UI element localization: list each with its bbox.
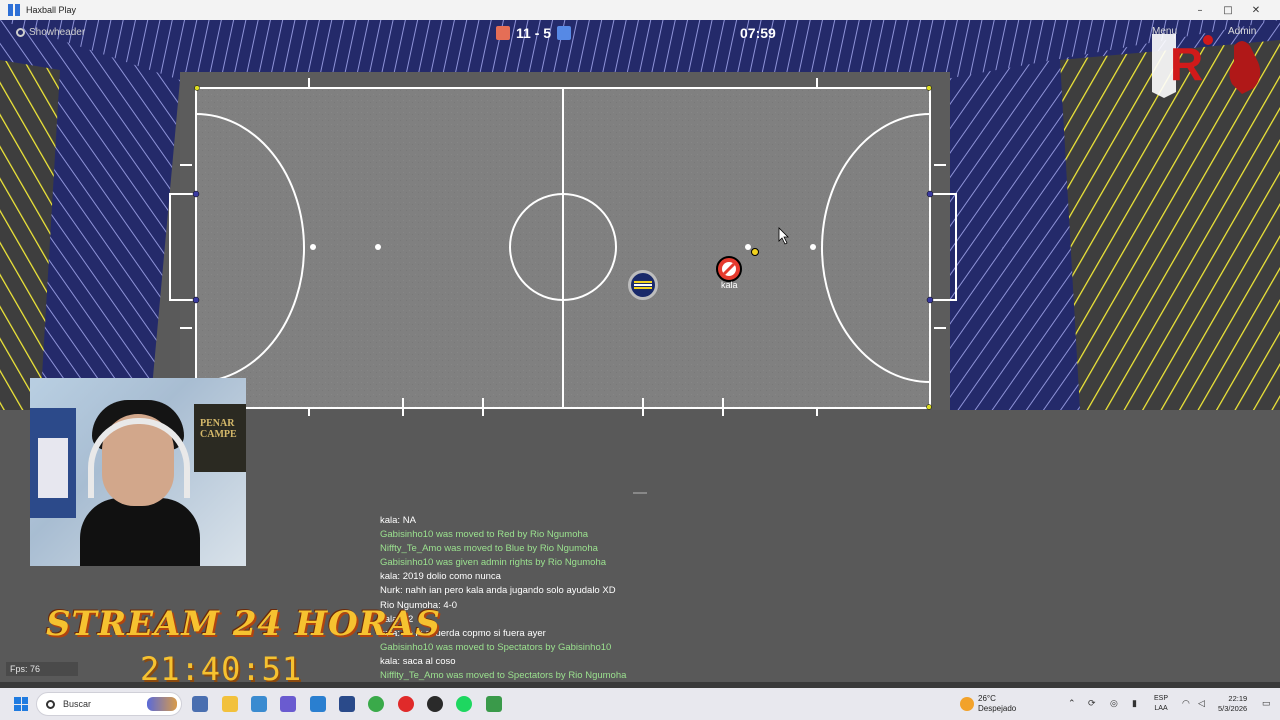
chat-message: kala: 2019 dolio como nunca: [380, 571, 501, 583]
chat-message: Gabisinho10 was moved to Spectators by G…: [380, 641, 612, 653]
chat-message: Gabisinho10 was given admin rights by Ri…: [380, 557, 607, 569]
chat-message: kala: saca al coso: [380, 655, 456, 667]
webcam-poster: PENAR CAMPE: [194, 404, 246, 472]
red-team-icon: [496, 26, 510, 40]
sun-icon: [960, 697, 974, 711]
weather-desc: Despejado: [978, 704, 1017, 713]
network-icon[interactable]: ◎: [1110, 698, 1118, 709]
clock-date: 5/3/2026: [1218, 704, 1248, 713]
volume-icon[interactable]: ◁: [1198, 698, 1205, 709]
chat-resize-handle[interactable]: [633, 492, 647, 494]
window-title: Haxball Play: [26, 5, 77, 15]
opera-icon[interactable]: [398, 696, 414, 712]
spotify-icon[interactable]: [456, 696, 472, 712]
store-icon[interactable]: [192, 696, 208, 712]
chat-message: Niffty_Te_Amo was moved to Blue by Rio N…: [380, 543, 598, 555]
webcam-overlay: PENAR CAMPE: [30, 378, 246, 566]
teams-icon[interactable]: [280, 696, 296, 712]
chat-message: Nifflty_Te_Amo was moved to Spectators b…: [380, 670, 627, 682]
weather-widget[interactable]: 26°C Despejado: [960, 694, 1016, 714]
haxball-icon[interactable]: [486, 696, 502, 712]
windows-start-icon[interactable]: [14, 697, 28, 711]
maximize-button[interactable]: □: [1214, 0, 1242, 20]
capture-icon[interactable]: [339, 696, 355, 712]
chat-message: Gabisinho10 was moved to Red by Rio Ngum…: [380, 529, 589, 541]
stripes-icon: [634, 281, 652, 289]
search-icon: [46, 699, 55, 709]
chat-log: kala: NA Gabisinho10 was moved to Red by …: [380, 514, 880, 682]
webcam-shirt: [30, 408, 76, 518]
chat-message: Nurk: nahh ian pero kala anda jugando so…: [380, 585, 616, 597]
taskbar-search[interactable]: Buscar: [36, 692, 182, 716]
sync-icon[interactable]: ⟳: [1088, 698, 1096, 709]
stream-title: STREAM 24 HORAS: [46, 604, 441, 644]
haxball-app-icon: [8, 4, 20, 16]
ball: [751, 248, 759, 256]
showheader-label: Showheader: [29, 27, 86, 38]
blue-team-icon: [557, 26, 572, 40]
obs-icon[interactable]: [427, 696, 443, 712]
search-highlight-icon: [147, 697, 177, 711]
chat-message: kala: 72: [380, 613, 414, 625]
clock-time: 22:19: [1228, 694, 1248, 703]
match-timer: 07:59: [740, 25, 776, 41]
notepad-icon[interactable]: [310, 696, 326, 712]
microphone-icon[interactable]: ▮: [1132, 698, 1137, 709]
system-clock[interactable]: 22:19 5/3/2026: [1218, 694, 1247, 714]
player-blue-self: [628, 270, 658, 300]
folder-icon[interactable]: [222, 696, 238, 712]
chrome-icon[interactable]: [368, 696, 384, 712]
fps-counter: Fps: 76: [6, 662, 78, 676]
showheader-toggle[interactable]: Showheader: [16, 27, 85, 38]
player-name-label: kala: [721, 280, 738, 290]
player-red-kala: [716, 256, 742, 282]
svg-text:R: R: [1170, 38, 1203, 90]
keyboard-layout: LAA: [1154, 705, 1168, 712]
close-button[interactable]: ✕: [1242, 0, 1270, 20]
weather-temp: 26°C: [978, 694, 996, 703]
gear-icon: [16, 28, 25, 37]
window-titlebar: Haxball Play – □ ✕: [0, 0, 1280, 20]
wifi-icon[interactable]: ◠: [1182, 698, 1190, 709]
chevron-up-icon[interactable]: ⌃: [1068, 698, 1076, 709]
poster-text: PENAR CAMPE: [200, 418, 237, 440]
minimize-button[interactable]: –: [1186, 0, 1214, 20]
chat-message: kala: se lo acuerda copmo si fuera ayer: [380, 627, 546, 639]
search-label: Buscar: [63, 699, 92, 709]
language-code: ESP: [1154, 695, 1169, 702]
stream-clock: 21:40:51: [140, 650, 303, 682]
game-canvas[interactable]: kala Showheader 11 - 5 07:59 Menu Admin …: [0, 20, 1280, 682]
channel-logo: R: [1152, 34, 1261, 98]
no-entry-icon: [722, 262, 736, 276]
screen: Haxball Play – □ ✕ kala Showheader 11 - …: [0, 0, 1280, 720]
chat-message: kala: NA: [380, 515, 416, 526]
webcam-body: [80, 498, 200, 566]
calculator-icon[interactable]: [251, 696, 267, 712]
notifications-icon[interactable]: ▭: [1262, 698, 1271, 709]
taskbar: Buscar 26°C Despejado ⌃ ⟳ ◎ ▮ ESP LAA ◠: [0, 688, 1280, 720]
language-indicator[interactable]: ESP LAA: [1154, 694, 1168, 714]
score-text: 11 - 5: [516, 25, 552, 41]
scoreboard: 11 - 5: [496, 25, 572, 41]
chat-message: Rio Ngumoha: 4-0: [380, 599, 458, 611]
